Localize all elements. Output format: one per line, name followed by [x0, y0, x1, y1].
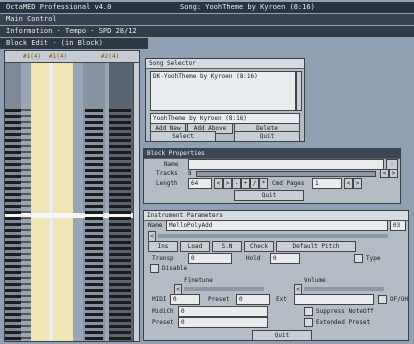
length-double-button[interactable]: *	[259, 178, 268, 189]
volume-label: Volume	[304, 277, 326, 284]
cmd-pages-label: Cmd Pages	[272, 180, 305, 187]
tab-ins[interactable]: Ins	[148, 241, 178, 252]
instrument-name-field[interactable]: MelloPolyAdd	[166, 220, 388, 231]
quit-instrument-button[interactable]: Quit	[252, 330, 312, 341]
instrument-slider[interactable]	[158, 234, 388, 238]
track-header-2: #1(4)	[49, 53, 68, 60]
cmd-pages-field[interactable]: 1	[312, 178, 342, 189]
type-checkbox[interactable]	[354, 254, 363, 263]
line-numbers	[5, 109, 21, 341]
preset-label: Preset	[208, 296, 230, 303]
block-edit-label: Block Edit - (in Block)	[6, 39, 103, 47]
transp-field[interactable]: 0	[188, 253, 232, 264]
block-properties-window: Block Properties Name · Tracks 8 < > Len…	[143, 148, 401, 204]
pattern-scrollbar[interactable]	[133, 63, 139, 341]
track-header-3: #2(4)	[101, 53, 120, 60]
track-header-1: #1(4)	[23, 53, 42, 60]
extended-preset-checkbox[interactable]	[304, 318, 313, 327]
song-title: Song: YoohTheme by Kyroen (8:16)	[180, 3, 315, 11]
note-data-3	[109, 109, 131, 341]
tab-load[interactable]: Load	[180, 241, 210, 252]
cursor-column	[49, 63, 53, 341]
tracks-value: 8	[188, 170, 192, 177]
select-button[interactable]: Select	[150, 131, 216, 142]
ext-checkbox[interactable]	[378, 295, 387, 304]
length-field[interactable]: 64	[188, 178, 212, 189]
length-inc-button[interactable]: >	[223, 178, 232, 189]
length-label: Length	[156, 180, 178, 187]
instrument-name-label: Name	[148, 222, 163, 229]
tab-default-pitch[interactable]: Default Pitch	[276, 241, 356, 252]
cmd-pages-dec-button[interactable]: <	[344, 178, 353, 189]
song-list[interactable]: DK-YoohTheme by Kyroen (8:16)	[150, 71, 296, 111]
block-name-field[interactable]	[188, 159, 384, 170]
name-label: Name	[164, 161, 179, 168]
hold-field[interactable]: 0	[270, 253, 300, 264]
midi-label: MIDI	[152, 296, 167, 303]
app-title: OctaMED Professional v4.0	[6, 3, 112, 11]
song-list-item[interactable]: DK-YoohTheme by Kyroen (8:16)	[153, 72, 258, 81]
pattern-editor[interactable]: #1(4) #1(4) #2(4)	[4, 50, 140, 342]
song-list-scrollbar[interactable]	[296, 71, 302, 111]
volume-slider[interactable]	[304, 287, 384, 291]
note-data-0	[21, 109, 31, 341]
song-selector-window: Song Selector DK-YoohTheme by Kyroen (8:…	[145, 58, 305, 142]
track-header: #1(4) #1(4) #2(4)	[5, 51, 139, 63]
main-control-bar[interactable]: Main Control	[0, 14, 414, 25]
transp-label: Transp	[152, 255, 174, 262]
tracks-label: Tracks	[156, 170, 178, 177]
song-selector-title[interactable]: Song Selector	[146, 59, 304, 69]
quit-block-properties-button[interactable]: Quit	[234, 190, 304, 201]
preset-field[interactable]: 0	[236, 294, 270, 305]
information-bar[interactable]: Information · Tempo · SPD 28/12	[0, 26, 414, 37]
length-dec-button[interactable]: <	[214, 178, 223, 189]
information-label: Information · Tempo · SPD 28/12	[6, 27, 137, 35]
midich-field[interactable]: 0	[178, 306, 268, 317]
ext-field[interactable]	[294, 294, 374, 305]
ext-value: OF/OH	[390, 296, 409, 303]
midi-field[interactable]: 0	[170, 294, 200, 305]
length-half-button[interactable]: /	[250, 178, 259, 189]
main-control-label: Main Control	[6, 15, 57, 23]
type-label: Type	[366, 255, 381, 262]
extended-preset-label: Extended Preset	[316, 319, 371, 326]
title-bar: OctaMED Professional v4.0 Song: YoohThem…	[0, 2, 414, 13]
note-data-2	[85, 109, 103, 341]
suppress-noteoff-label: Suppress NoteOff	[316, 308, 374, 315]
preset2-field[interactable]: 0	[178, 317, 268, 328]
disable-label: Disable	[162, 265, 188, 272]
preset2-label: Preset	[152, 319, 174, 326]
pattern-grid[interactable]	[5, 63, 139, 341]
block-edit-bar[interactable]: Block Edit - (in Block)	[0, 38, 148, 49]
cmd-pages-inc-button[interactable]: >	[353, 178, 362, 189]
finetune-slider[interactable]	[184, 287, 264, 291]
midich-label: MidiCh	[152, 308, 174, 315]
tab-sn[interactable]: S.N	[212, 241, 242, 252]
block-properties-title[interactable]: Block Properties	[144, 149, 400, 159]
length-plus-button[interactable]: +	[241, 178, 250, 189]
suppress-noteoff-checkbox[interactable]	[304, 307, 313, 316]
finetune-label: Finetune	[184, 277, 213, 284]
hold-label: Hold	[246, 255, 261, 262]
ext-label: Ext	[276, 296, 287, 303]
tracks-down-button[interactable]: <	[380, 169, 389, 178]
tab-check[interactable]: Check	[244, 241, 274, 252]
quit-song-selector-button[interactable]: Quit	[234, 131, 300, 142]
tracks-up-button[interactable]: >	[389, 169, 398, 178]
tracks-slider[interactable]	[196, 171, 376, 177]
length-minus-button[interactable]: -	[232, 178, 241, 189]
instrument-parameters-window: Instrument Parameters Name MelloPolyAdd …	[143, 210, 409, 341]
instrument-number-field[interactable]: 03	[390, 220, 406, 231]
disable-checkbox[interactable]	[150, 264, 159, 273]
